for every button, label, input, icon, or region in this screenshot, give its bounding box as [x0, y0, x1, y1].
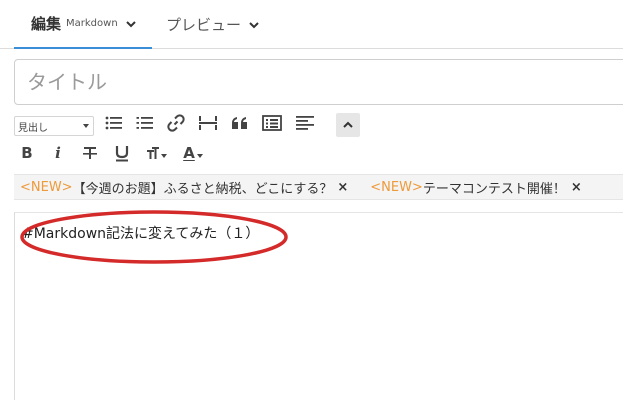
- link-button[interactable]: [166, 113, 186, 133]
- list-ul-icon: [105, 116, 122, 130]
- table-button[interactable]: [261, 113, 283, 133]
- new-badge: <NEW>: [370, 179, 423, 195]
- chevron-down-icon: [249, 21, 259, 28]
- notice-item[interactable]: <NEW> 【今週のお題】ふるさと納税、どこにする？ ×: [20, 178, 348, 197]
- editor-tabs: 編集 Markdown プレビュー: [0, 0, 623, 49]
- bold-button[interactable]: B: [18, 143, 36, 163]
- tab-edit-label: 編集: [31, 15, 62, 33]
- link-icon: [167, 114, 185, 132]
- new-badge: <NEW>: [20, 179, 73, 195]
- chevron-up-icon: [343, 121, 353, 128]
- caret-down-icon: [196, 154, 203, 158]
- notice-text[interactable]: テーマコンテスト開催！: [423, 178, 566, 197]
- horizontal-rule-button[interactable]: [197, 113, 219, 133]
- italic-button[interactable]: i: [50, 143, 66, 163]
- table-icon: [262, 115, 282, 131]
- list-ol-button[interactable]: [135, 113, 155, 133]
- title-input[interactable]: [15, 60, 623, 104]
- underline-button[interactable]: [112, 143, 132, 163]
- heading-select[interactable]: 見出し: [14, 116, 94, 136]
- strikethrough-button[interactable]: [80, 143, 100, 163]
- notice-item[interactable]: <NEW> テーマコンテスト開催！ ×: [370, 178, 582, 197]
- close-icon[interactable]: ×: [337, 180, 348, 195]
- chevron-down-icon: [125, 20, 136, 27]
- tab-preview-label: プレビュー: [166, 16, 242, 34]
- font-color-button[interactable]: A: [180, 141, 206, 165]
- close-icon[interactable]: ×: [571, 180, 582, 195]
- font-color-label: A: [183, 143, 195, 162]
- caret-down-icon: [161, 154, 167, 158]
- strikethrough-icon: [83, 147, 97, 159]
- italic-label: i: [55, 144, 61, 162]
- quote-button[interactable]: [230, 113, 250, 133]
- tab-edit-mode: Markdown: [66, 18, 118, 29]
- font-size-icon: [147, 147, 159, 159]
- font-color-glyph: A: [183, 143, 195, 162]
- editor-page: 編集 Markdown プレビュー 見出し: [0, 0, 623, 400]
- tab-preview[interactable]: プレビュー: [166, 0, 261, 49]
- collapse-toolbar-button[interactable]: [336, 113, 360, 137]
- font-size-button[interactable]: T: [143, 143, 171, 163]
- notice-bar: <NEW> 【今週のお題】ふるさと納税、どこにする？ × <NEW> テーマコン…: [14, 174, 623, 200]
- tab-edit[interactable]: 編集 Markdown: [14, 0, 152, 49]
- list-ol-icon: [136, 117, 153, 129]
- editor-content[interactable]: #Markdown記法に変えてみた（１）: [22, 223, 259, 243]
- underline-icon: [115, 145, 129, 161]
- list-ul-button[interactable]: [104, 113, 124, 133]
- text-align-icon: [296, 116, 314, 130]
- quote-icon: [232, 117, 247, 129]
- heading-select-value: 見出し: [18, 122, 48, 134]
- title-field: [14, 59, 623, 105]
- bold-label: B: [21, 144, 33, 162]
- caret-down-icon: [83, 124, 89, 128]
- text-align-button[interactable]: [294, 113, 316, 133]
- horizontal-rule-icon: [199, 116, 217, 130]
- notice-text[interactable]: 【今週のお題】ふるさと納税、どこにする？: [73, 178, 333, 197]
